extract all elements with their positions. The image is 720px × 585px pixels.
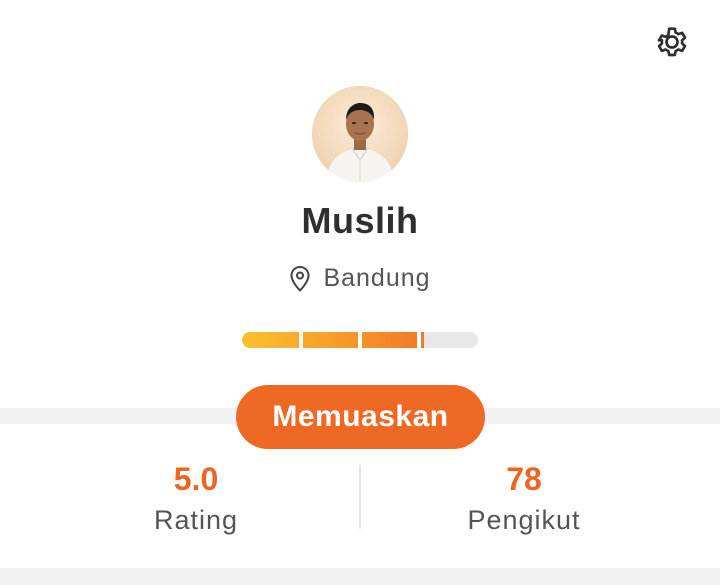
profile-photo (312, 86, 408, 182)
gear-icon (657, 27, 687, 57)
followers-stat[interactable]: 78 Pengikut (344, 458, 704, 540)
followers-label: Pengikut (467, 505, 581, 535)
location-label: Bandung (323, 264, 431, 292)
map-pin-icon (290, 265, 310, 291)
level-progress-fill (242, 332, 424, 348)
settings-button[interactable] (648, 18, 696, 66)
location-row: Bandung (0, 264, 720, 293)
profile-name: Muslih (301, 200, 419, 241)
bottom-divider-band (0, 568, 720, 585)
level-segment-divider (417, 332, 421, 348)
level-segment-divider (299, 332, 303, 348)
level-progress-bar (242, 332, 478, 348)
avatar[interactable] (312, 86, 408, 182)
rating-value: 5.0 (173, 461, 219, 497)
followers-value: 78 (506, 461, 542, 497)
profile-screen: Muslih Bandung Memuaskan 5.0 Rating 78 P… (0, 0, 720, 585)
seller-rating-badge[interactable]: Memuaskan (236, 385, 485, 449)
rating-label: Rating (153, 505, 239, 535)
level-segment-divider (358, 332, 362, 348)
rating-stat[interactable]: 5.0 Rating (16, 458, 376, 540)
